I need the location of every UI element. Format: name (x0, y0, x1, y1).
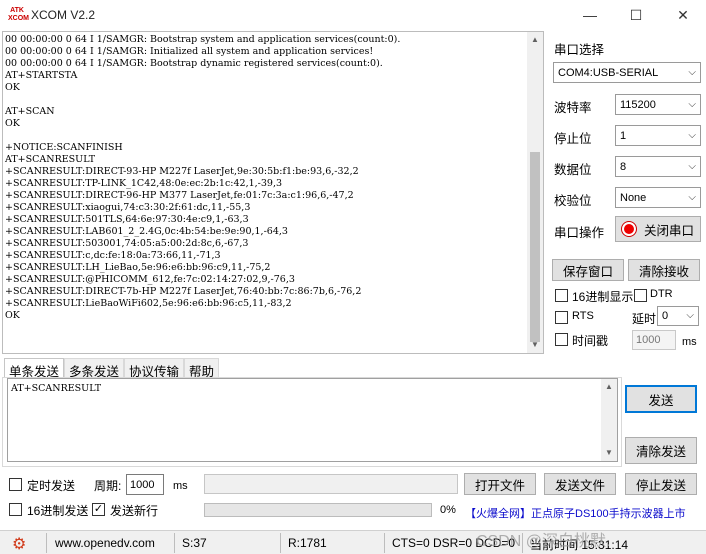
send-scrollbar[interactable]: ▲ ▼ (601, 379, 617, 461)
save-window-button[interactable]: 保存窗口 (552, 259, 624, 281)
chevron-down-icon: ⌵ (688, 130, 696, 141)
stop-bits-label: 停止位 (554, 132, 592, 146)
tab-multi-send[interactable]: 多条发送 (64, 358, 125, 379)
tab-protocol[interactable]: 协议传输 (124, 358, 185, 379)
status-bar: ⚙ www.openedv.com S:37 R:1781 CTS=0 DSR=… (0, 530, 706, 554)
data-bits-label: 数据位 (554, 163, 592, 177)
minimize-button[interactable]: — (567, 0, 613, 30)
parity-value: None (620, 191, 647, 204)
stop-bits-value: 1 (620, 129, 627, 142)
period-input[interactable]: 1000 (126, 474, 164, 495)
timestamp-ms-label: ms (682, 336, 697, 348)
delay-select[interactable]: 0 ⌵ (657, 306, 699, 326)
period-label: 周期: (94, 479, 122, 493)
timestamp-checkbox[interactable] (555, 333, 568, 346)
timestamp-input[interactable]: 1000 (632, 330, 676, 350)
sent-count: S:37 (182, 536, 207, 550)
delay-label: 延时 (632, 312, 657, 326)
watermark: CSDN @深白桃默. (476, 533, 611, 550)
clear-receive-button[interactable]: 清除接收 (628, 259, 700, 281)
ad-link[interactable]: 【火爆全网】正点原子DS100手持示波器上市 (465, 505, 686, 521)
receive-text: 00 00:00:00 0 64 I 1/SAMGR: Bootstrap sy… (5, 34, 401, 321)
send-input[interactable]: AT+SCANRESULT ▲ ▼ (7, 378, 618, 462)
website-link[interactable]: www.openedv.com (55, 536, 155, 550)
send-progress-value: 0% (440, 504, 456, 516)
scroll-down-icon[interactable]: ▼ (605, 449, 613, 457)
parity-select[interactable]: None ⌵ (615, 187, 701, 208)
timestamp-label: 时间戳 (572, 334, 609, 348)
timed-send-label: 定时发送 (27, 479, 76, 493)
scroll-up-icon[interactable]: ▲ (605, 383, 613, 391)
tab-single-send[interactable]: 单条发送 (4, 358, 65, 379)
received-count: R:1781 (288, 536, 327, 550)
send-progress-bar (204, 503, 432, 517)
dtr-checkbox[interactable] (634, 289, 647, 302)
title-bar: ATK XCOM XCOM V2.2 — ☐ ✕ (0, 0, 706, 30)
port-value: COM4:USB-SERIAL (558, 66, 659, 79)
port-select[interactable]: COM4:USB-SERIAL ⌵ (553, 62, 701, 83)
rts-checkbox[interactable] (555, 311, 568, 324)
scroll-down-icon[interactable]: ▼ (531, 341, 539, 349)
chevron-down-icon: ⌵ (686, 310, 694, 321)
baud-value: 115200 (620, 98, 656, 111)
gear-icon[interactable]: ⚙ (12, 534, 26, 554)
baud-select[interactable]: 115200 ⌵ (615, 94, 701, 115)
send-file-button[interactable]: 发送文件 (544, 473, 616, 495)
data-bits-select[interactable]: 8 ⌵ (615, 156, 701, 177)
send-text: AT+SCANRESULT (11, 383, 102, 394)
chevron-down-icon: ⌵ (688, 67, 696, 78)
receive-area[interactable]: 00 00:00:00 0 64 I 1/SAMGR: Bootstrap sy… (2, 31, 544, 354)
hex-send-checkbox[interactable] (9, 503, 22, 516)
timed-send-checkbox[interactable] (9, 478, 22, 491)
hex-display-checkbox[interactable] (555, 289, 568, 302)
chevron-down-icon: ⌵ (688, 161, 696, 172)
port-select-label: 串口选择 (554, 43, 605, 57)
clear-send-button[interactable]: 清除发送 (625, 437, 697, 464)
chevron-down-icon: ⌵ (688, 192, 696, 203)
port-op-label: 串口操作 (554, 226, 605, 240)
scroll-thumb[interactable] (530, 152, 540, 342)
port-status-icon (622, 222, 636, 236)
chevron-down-icon: ⌵ (688, 99, 696, 110)
stop-bits-select[interactable]: 1 ⌵ (615, 125, 701, 146)
baud-label: 波特率 (554, 101, 592, 115)
send-newline-label: 发送新行 (110, 504, 159, 518)
open-file-button[interactable]: 打开文件 (464, 473, 536, 495)
file-path-input[interactable] (204, 474, 458, 494)
tab-help[interactable]: 帮助 (184, 358, 220, 379)
window-title: XCOM V2.2 (31, 8, 96, 22)
send-newline-checkbox[interactable]: ✓ (92, 503, 105, 516)
close-port-button[interactable]: 关闭串口 (615, 216, 701, 242)
receive-scrollbar[interactable]: ▲ ▼ (527, 32, 543, 353)
app-logo: ATK XCOM (8, 7, 29, 22)
data-bits-value: 8 (620, 160, 627, 173)
scroll-up-icon[interactable]: ▲ (531, 36, 539, 44)
send-button[interactable]: 发送 (625, 385, 697, 413)
hex-send-label: 16进制发送 (27, 504, 89, 518)
dtr-label: DTR (650, 288, 673, 300)
period-ms-label: ms (173, 480, 188, 492)
delay-value: 0 (662, 310, 669, 322)
close-button[interactable]: ✕ (660, 0, 706, 30)
stop-send-button[interactable]: 停止发送 (625, 473, 697, 495)
maximize-button[interactable]: ☐ (613, 0, 659, 30)
close-port-label: 关闭串口 (644, 223, 695, 238)
hex-display-label: 16进制显示 (572, 290, 634, 304)
rts-label: RTS (572, 310, 594, 322)
parity-label: 校验位 (554, 194, 592, 208)
